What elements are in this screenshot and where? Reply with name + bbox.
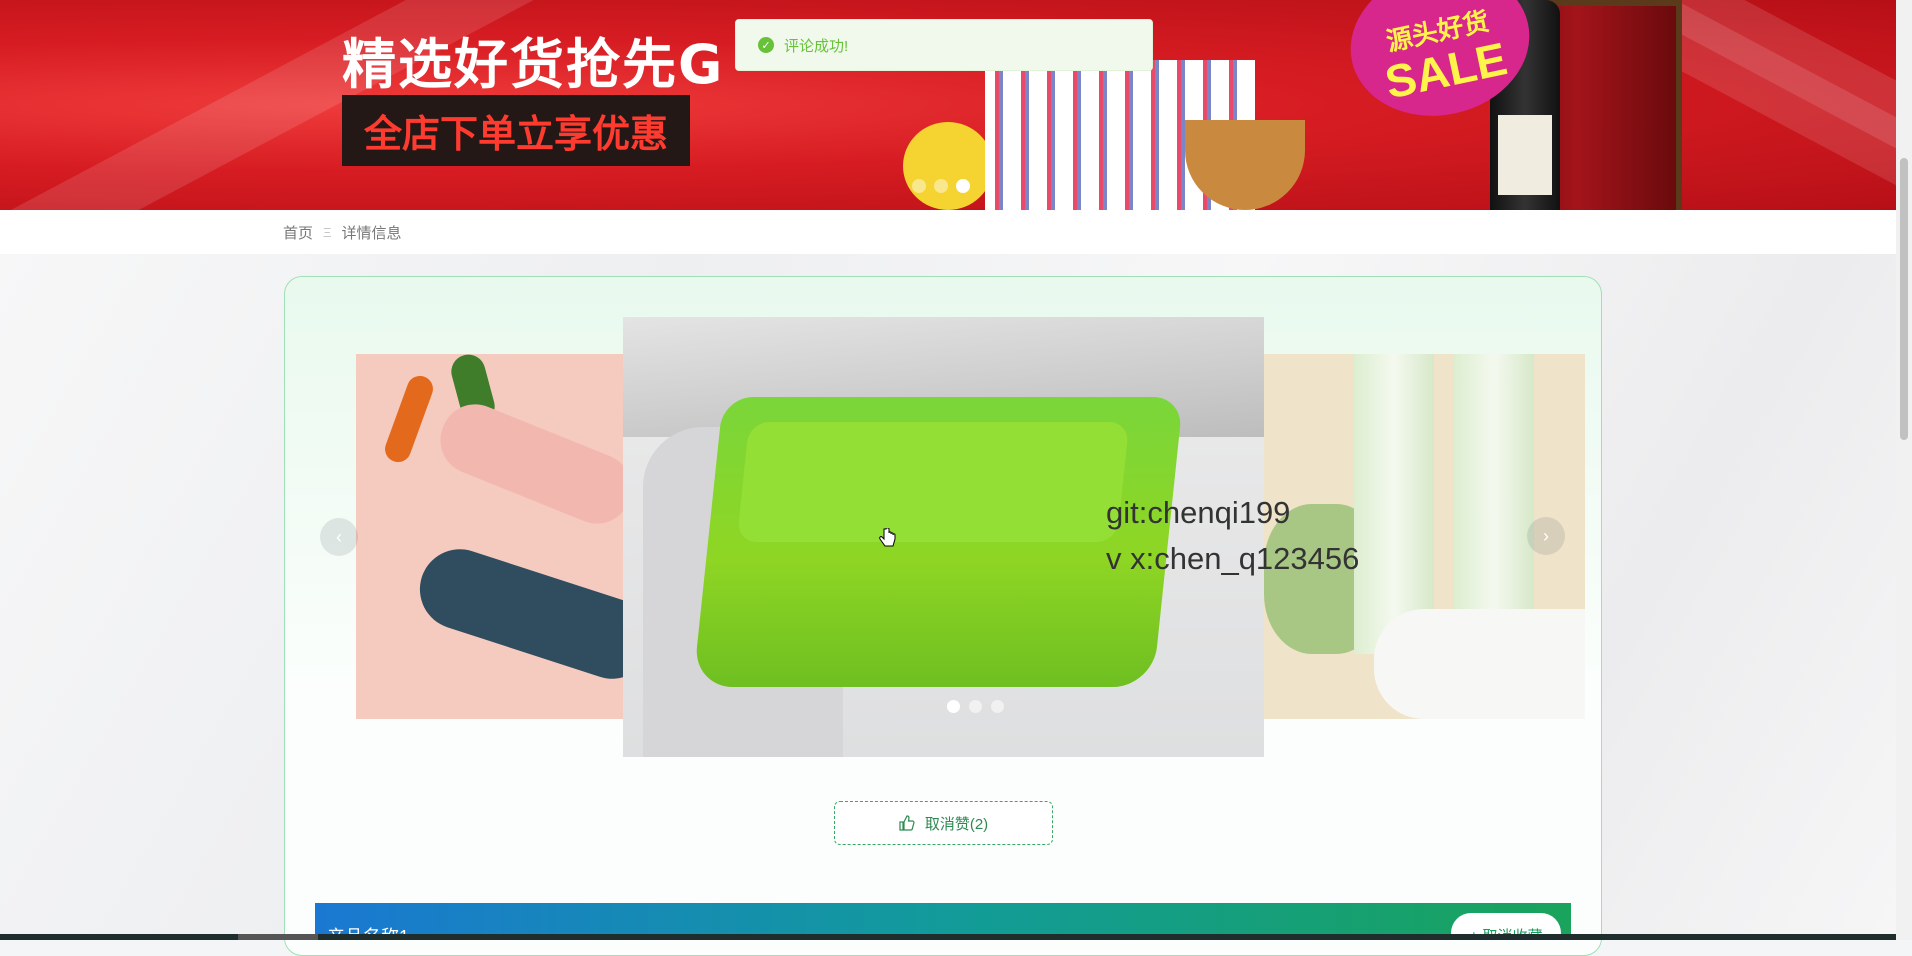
breadcrumb-current: 详情信息 — [341, 225, 402, 242]
wine-label — [1498, 115, 1552, 195]
carrot-shape — [381, 372, 437, 466]
carousel-next-button[interactable]: › — [1527, 517, 1565, 555]
taskbar-segment — [238, 934, 318, 940]
chevron-left-icon: ‹ — [336, 526, 342, 547]
banner-headline: 精选好货抢先G — [342, 33, 725, 96]
scrollbar-thumb[interactable] — [1900, 158, 1908, 440]
banner-subline: 全店下单立享优惠 — [342, 95, 691, 166]
carousel-prev-button[interactable]: ‹ — [320, 518, 358, 556]
carousel-dot-2[interactable] — [969, 700, 982, 713]
green-bin-inner-shape — [736, 422, 1130, 542]
toast-message: 评论成功! — [784, 37, 849, 55]
watermark-line-1: git:chenqi199 — [1106, 495, 1291, 530]
carousel-dot-1[interactable] — [947, 700, 960, 713]
carousel-pagination — [947, 700, 1004, 713]
unlike-button-label: 取消赞(2) — [924, 815, 989, 833]
unlike-button[interactable]: 取消赞(2) — [834, 801, 1053, 845]
banner-dot-3[interactable] — [956, 179, 970, 193]
image-watermark: git:chenqi199 v x:chen_q123456 — [1106, 490, 1359, 582]
pink-grater-shape — [430, 394, 626, 534]
thumbs-up-icon — [899, 815, 915, 831]
bag-roll-shape-3 — [1374, 609, 1585, 719]
blue-grater-shape — [409, 538, 626, 690]
carousel-dot-3[interactable] — [991, 700, 1004, 713]
carousel-prev-slide[interactable] — [356, 354, 626, 719]
breadcrumb: 首页 Ξ 详情信息 — [283, 222, 401, 243]
breadcrumb-home[interactable]: 首页 — [283, 222, 313, 243]
tape-image — [903, 122, 993, 210]
banner-dot-1[interactable] — [912, 179, 926, 193]
bottom-taskbar — [0, 934, 1896, 940]
breadcrumb-separator: Ξ — [323, 225, 332, 240]
watermark-line-2: v x:chen_q123456 — [1106, 541, 1360, 576]
breadcrumb-bar: 首页 Ξ 详情信息 — [0, 210, 1896, 255]
banner-pagination — [912, 179, 970, 193]
check-circle-icon: ✓ — [758, 37, 774, 53]
success-toast: ✓ 评论成功! — [735, 19, 1153, 71]
chevron-right-icon: › — [1543, 525, 1549, 546]
page-scrollbar[interactable] — [1896, 0, 1912, 940]
hand-cursor-icon — [879, 528, 896, 547]
banner-dot-2[interactable] — [934, 179, 948, 193]
